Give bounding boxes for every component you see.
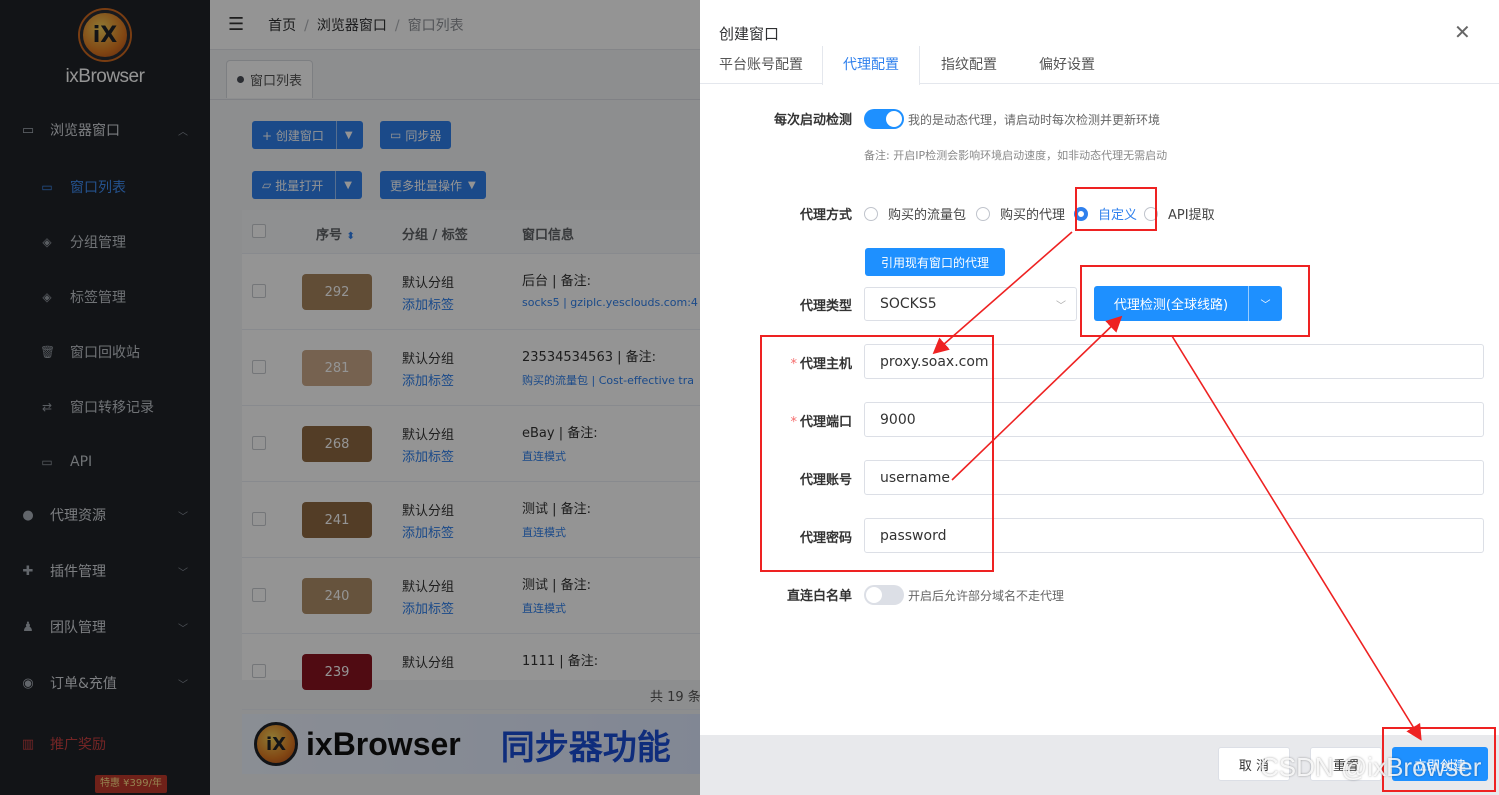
arrow-check-to-create <box>1171 335 1422 741</box>
arrow-fields-to-check <box>951 315 1123 481</box>
arrow-custom-to-fields <box>932 231 1073 355</box>
watermark: CSDN @ixBrowser <box>1260 752 1482 782</box>
annotation-arrows <box>932 231 1422 741</box>
